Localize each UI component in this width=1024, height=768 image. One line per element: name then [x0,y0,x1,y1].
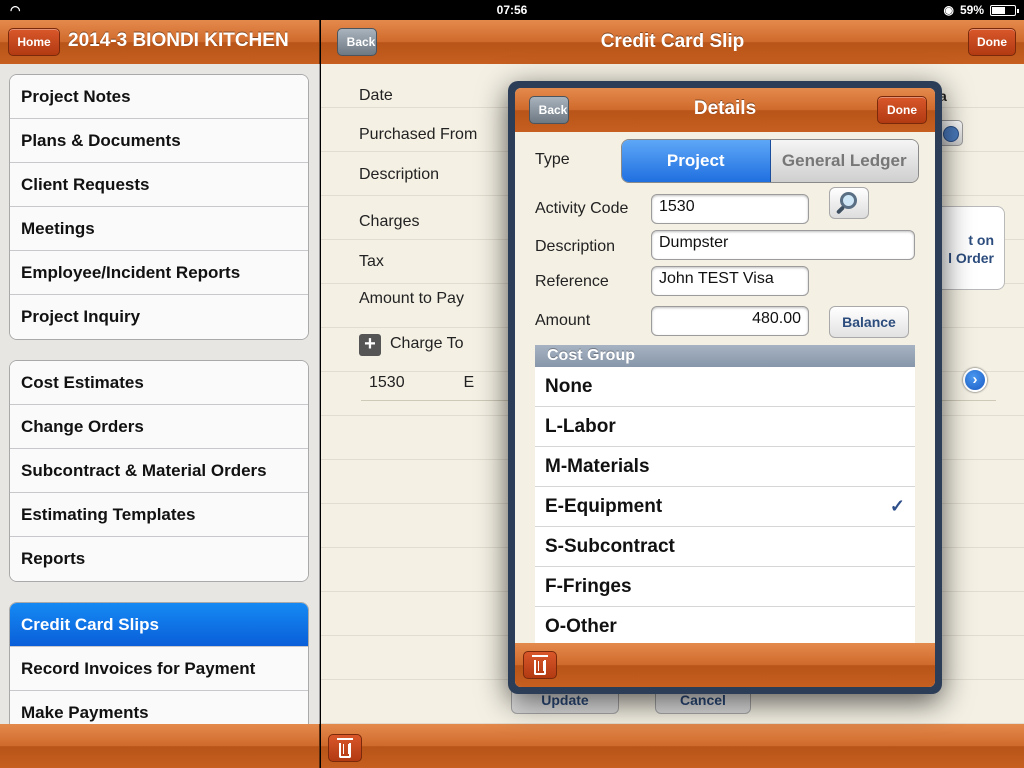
amount-field[interactable]: 480.00 [651,306,809,336]
menu-item-cost-estimates[interactable]: Cost Estimates [10,361,308,405]
done-button[interactable]: Done [968,28,1016,56]
menu-item-estimating-templates[interactable]: Estimating Templates [10,493,308,537]
cost-group-label: M-Materials [545,455,650,477]
add-charge-icon[interactable]: + [359,334,381,356]
charge-code: 1530 [369,374,405,391]
reference-label: Reference [535,273,609,290]
popover-bottom-toolbar [515,643,935,687]
popover-title: Details [693,98,757,119]
date-label: Date [359,87,393,104]
lock-rotation-icon: ◉ [943,3,954,17]
menu-item-credit-card-slips[interactable]: Credit Card Slips [10,603,308,647]
project-title: 2014-3 BIONDI KITCHEN [68,30,289,51]
cost-group-item[interactable]: M-Materials [535,447,915,487]
home-button[interactable]: Home [8,28,60,56]
left-bottom-toolbar [0,724,320,768]
disclosure-arrow-icon[interactable]: › [963,368,987,392]
cost-group-item[interactable]: F-Fringes [535,567,915,607]
menu-group-accounting: Credit Card Slips Record Invoices for Pa… [9,602,309,724]
magnifier-handle [835,205,846,215]
order-button-line2: l Order [948,250,994,266]
cost-group-item[interactable]: E-Equipment ✓ [535,487,915,527]
left-toolbar: Home 2014-3 BIONDI KITCHEN [0,20,320,64]
battery-percent: 59% [959,3,984,17]
type-option-project[interactable]: Project [622,140,771,182]
checkmark-icon: ✓ [889,496,905,516]
menu-item-meetings[interactable]: Meetings [10,207,308,251]
amount-to-pay-label: Amount to Pay [359,290,464,307]
page-title: Credit Card Slip [600,31,745,52]
type-label: Type [535,151,570,168]
charge-group: E [463,374,475,391]
description-label: Description [535,238,616,255]
order-button[interactable]: t on l Order [933,206,1005,290]
charge-row[interactable]: 1530 E [369,374,474,392]
cost-group-label: O-Other [545,615,617,637]
type-segmented-control: Project General Ledger [621,139,919,183]
cost-group-label: E-Equipment [545,495,663,517]
order-button-line1: t on [968,232,994,248]
delete-button[interactable] [328,734,362,762]
menu-item-record-invoices[interactable]: Record Invoices for Payment [10,647,308,691]
purchased-from-label: Purchased From [359,126,478,143]
activity-code-field[interactable]: 1530 [651,194,809,224]
menu-group-project: Project Notes Plans & Documents Client R… [9,74,309,340]
charges-label: Charges [359,213,420,230]
menu-item-make-payments[interactable]: Make Payments [10,691,308,724]
menu-item-project-inquiry[interactable]: Project Inquiry [10,295,308,339]
cost-group-list: None L-Labor M-Materials E-Equipment ✓ S-… [535,367,915,643]
popover-delete-button[interactable] [523,651,557,679]
cost-group-label: S-Subcontract [545,535,675,557]
menu-group-estimating: Cost Estimates Change Orders Subcontract… [9,360,309,582]
menu-item-subcontract-material-orders[interactable]: Subcontract & Material Orders [10,449,308,493]
left-menu: Project Notes Plans & Documents Client R… [0,64,320,724]
reference-field[interactable]: John TEST Visa [651,266,809,296]
details-popover: Back Details Done Type Project General L… [508,81,942,694]
menu-item-reports[interactable]: Reports [10,537,308,581]
status-bar: ◠ 07:56 ◉ 59% [0,0,1024,20]
tax-label: Tax [359,253,384,270]
type-option-general-ledger[interactable]: General Ledger [770,140,918,182]
menu-item-project-notes[interactable]: Project Notes [10,75,308,119]
description-field[interactable]: Dumpster [651,230,915,260]
cost-group-header: Cost Group [535,345,915,367]
lookup-button[interactable] [829,187,869,219]
status-right: ◉ 59% [943,3,1019,17]
cost-group-item[interactable]: None [535,367,915,407]
cost-group-item[interactable]: S-Subcontract [535,527,915,567]
menu-item-client-requests[interactable]: Client Requests [10,163,308,207]
description-label: Description [359,166,440,183]
battery-icon [990,4,1019,16]
status-time: 07:56 [496,3,528,17]
popover-toolbar: Back Details Done [515,88,935,132]
details-popover-content: Back Details Done Type Project General L… [515,88,935,687]
activity-code-label: Activity Code [535,200,629,217]
cost-group-item[interactable]: L-Labor [535,407,915,447]
cost-group-label: L-Labor [545,415,616,437]
cost-group-label: None [545,375,593,397]
popover-done-button[interactable]: Done [877,96,927,124]
right-bottom-toolbar [321,724,1024,768]
menu-item-change-orders[interactable]: Change Orders [10,405,308,449]
cost-group-item[interactable]: O-Other [535,607,915,643]
right-toolbar: Back Credit Card Slip Done [321,20,1024,64]
menu-item-plans-documents[interactable]: Plans & Documents [10,119,308,163]
menu-item-employee-incident-reports[interactable]: Employee/Incident Reports [10,251,308,295]
cost-group-label: F-Fringes [545,575,632,597]
trash-icon [532,654,548,675]
balance-button[interactable]: Balance [829,306,909,338]
charge-to-label: Charge To [390,335,464,352]
amount-label: Amount [535,312,591,329]
trash-icon [337,737,353,758]
